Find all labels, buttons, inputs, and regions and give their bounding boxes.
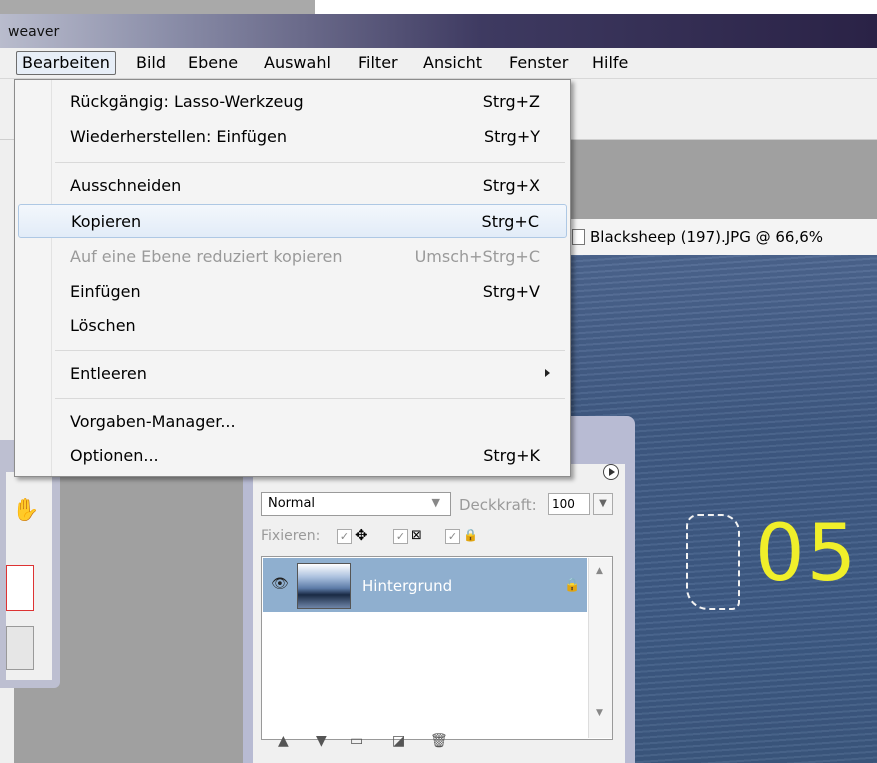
- layer-thumbnail: [297, 563, 351, 609]
- menu-item-label: Vorgaben-Manager...: [70, 412, 236, 431]
- lock-pixels-icon: ⊠: [411, 528, 422, 543]
- menu-item-label: Wiederherstellen: Einfügen: [70, 127, 288, 146]
- layer-list-scrollbar[interactable]: ▲ ▼: [588, 558, 612, 738]
- new-group-icon[interactable]: ▭: [350, 733, 363, 749]
- menu-item-shortcut: Strg+X: [482, 176, 540, 195]
- opacity-input[interactable]: 100: [548, 493, 590, 515]
- panel-menu-icon[interactable]: [603, 464, 619, 480]
- document-title: Blacksheep (197).JPG @ 66,6%: [590, 228, 824, 246]
- menu-separator: [55, 398, 565, 399]
- menu-item-label: Kopieren: [71, 212, 142, 231]
- hand-tool-icon[interactable]: ✋: [12, 498, 39, 523]
- menu-item-shortcut: Strg+C: [481, 212, 539, 231]
- menu-item-copy[interactable]: Kopieren Strg+C: [18, 204, 567, 238]
- menu-item-label: Rückgängig: Lasso-Werkzeug: [70, 92, 304, 111]
- menu-item-label: Entleeren: [70, 364, 147, 383]
- lock-icon: 🔒: [463, 528, 478, 542]
- submenu-arrow-icon: [545, 369, 550, 377]
- blend-mode-select[interactable]: Normal ▼: [261, 492, 451, 516]
- edit-menu-dropdown: Rückgängig: Lasso-Werkzeug Strg+Z Wieder…: [14, 79, 571, 477]
- lock-all-checkbox[interactable]: ✓: [445, 529, 460, 544]
- move-layer-down-icon[interactable]: ▼: [316, 733, 327, 749]
- window-title: weaver: [8, 24, 60, 40]
- move-icon: ✥: [355, 526, 368, 544]
- menu-item-copy-merged: Auf eine Ebene reduziert kopieren Umsch+…: [15, 240, 570, 274]
- menu-item-shortcut: Strg+Y: [483, 127, 540, 146]
- menu-item-preset-manager[interactable]: Vorgaben-Manager...: [15, 405, 570, 439]
- menu-bearbeiten[interactable]: Bearbeiten: [16, 51, 116, 75]
- menu-separator: [55, 350, 565, 351]
- menu-item-shortcut: Strg+V: [482, 282, 540, 301]
- menu-item-label: Ausschneiden: [70, 176, 182, 195]
- foreground-color-swatch[interactable]: [6, 565, 34, 611]
- menu-item-shortcut: Strg+K: [483, 446, 540, 465]
- menu-ebene[interactable]: Ebene: [183, 52, 243, 74]
- menu-item-delete[interactable]: Löschen: [15, 309, 570, 343]
- lasso-selection: [686, 514, 740, 610]
- new-layer-icon[interactable]: ◪: [392, 733, 405, 749]
- menu-filter[interactable]: Filter: [353, 52, 403, 74]
- lock-label: Fixieren:: [261, 528, 321, 544]
- menu-item-label: Optionen...: [70, 446, 159, 465]
- menu-item-paste[interactable]: Einfügen Strg+V: [15, 275, 570, 309]
- menu-item-purge[interactable]: Entleeren: [15, 357, 570, 391]
- menu-bild[interactable]: Bild: [131, 52, 171, 74]
- lock-transparency-checkbox[interactable]: ✓: [337, 529, 352, 544]
- scroll-down-icon[interactable]: ▼: [596, 708, 603, 718]
- menu-item-preferences[interactable]: Optionen... Strg+K: [15, 439, 570, 473]
- menu-fenster[interactable]: Fenster: [504, 52, 573, 74]
- opacity-dropdown-button[interactable]: ▼: [593, 493, 613, 515]
- menu-auswahl[interactable]: Auswahl: [259, 52, 336, 74]
- canvas-overlay-text: 05: [755, 509, 859, 599]
- lock-image-checkbox[interactable]: ✓: [393, 529, 408, 544]
- document-tab[interactable]: Blacksheep (197).JPG @ 66,6%: [565, 219, 877, 255]
- move-layer-up-icon[interactable]: ▲: [278, 733, 289, 749]
- opacity-label: Deckkraft:: [459, 496, 537, 514]
- menu-item-redo[interactable]: Wiederherstellen: Einfügen Strg+Y: [15, 120, 570, 154]
- document-icon: [572, 229, 585, 245]
- blend-mode-value: Normal: [268, 496, 316, 511]
- tool-mode-select[interactable]: [6, 626, 34, 670]
- menu-item-shortcut: Umsch+Strg+C: [414, 247, 540, 266]
- menu-item-cut[interactable]: Ausschneiden Strg+X: [15, 169, 570, 203]
- chevron-down-icon: ▼: [431, 496, 440, 509]
- layer-name: Hintergrund: [362, 577, 453, 595]
- menu-separator: [55, 162, 565, 163]
- menu-item-undo[interactable]: Rückgängig: Lasso-Werkzeug Strg+Z: [15, 85, 570, 119]
- menubar: Bearbeiten Bild Ebene Auswahl Filter Ans…: [0, 48, 877, 79]
- menu-hilfe[interactable]: Hilfe: [587, 52, 633, 74]
- title-bar: weaver: [0, 14, 877, 48]
- menu-item-label: Löschen: [70, 316, 136, 335]
- trash-icon[interactable]: 🗑: [430, 733, 448, 749]
- menu-item-label: Einfügen: [70, 282, 141, 301]
- eye-icon[interactable]: 👁: [271, 576, 289, 592]
- menu-ansicht[interactable]: Ansicht: [418, 52, 487, 74]
- menu-item-shortcut: Strg+Z: [482, 92, 540, 111]
- menu-item-label: Auf eine Ebene reduziert kopieren: [70, 247, 343, 266]
- layer-lock-icon: 🔒: [564, 578, 581, 593]
- scroll-up-icon[interactable]: ▲: [596, 566, 603, 576]
- top-gray-strip: [0, 0, 315, 14]
